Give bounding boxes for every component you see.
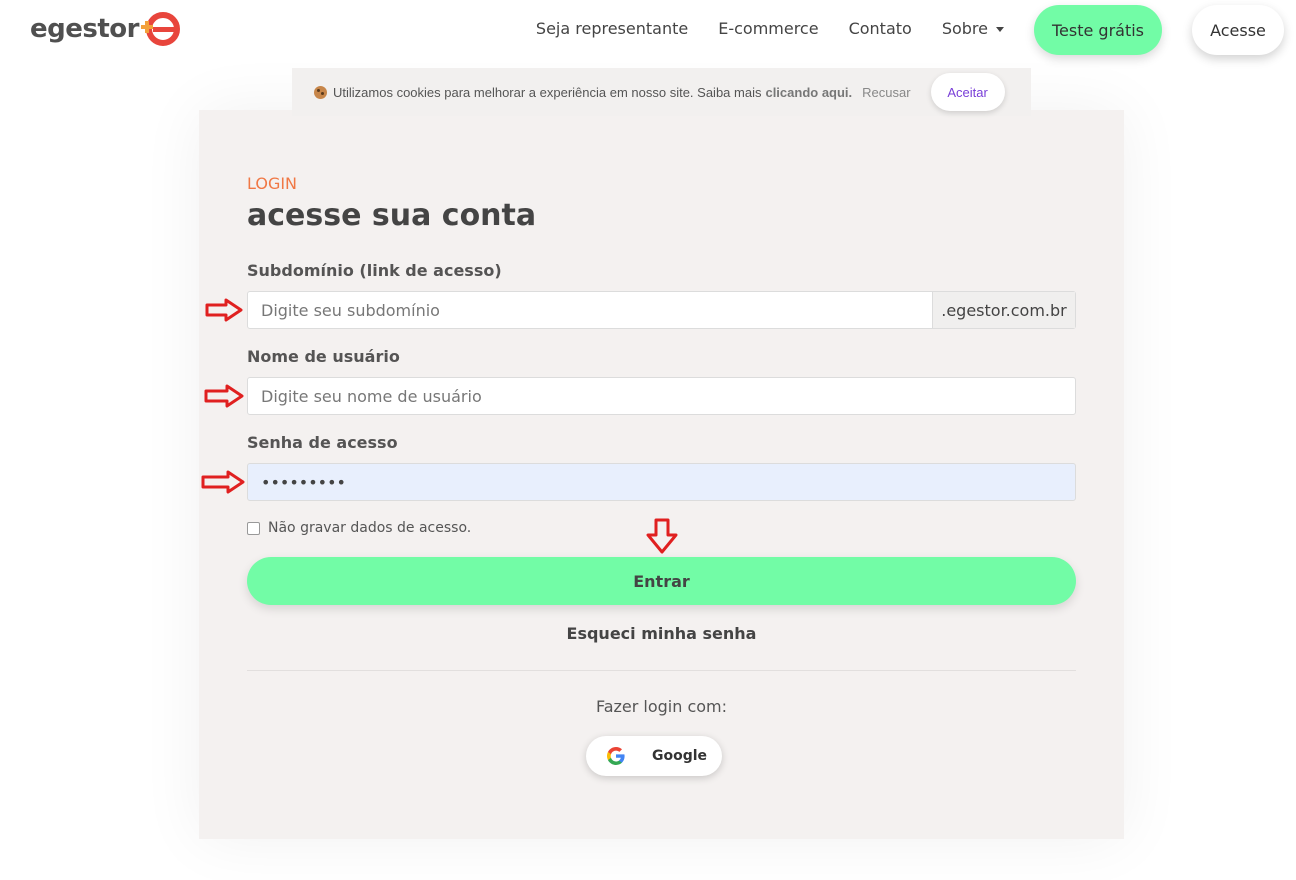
logo-e-mark-icon bbox=[140, 12, 180, 46]
google-login-button[interactable]: Google bbox=[586, 736, 722, 776]
submit-button[interactable]: Entrar bbox=[247, 557, 1076, 605]
main-nav: Seja representante E-commerce Contato So… bbox=[536, 0, 1296, 56]
chevron-down-icon bbox=[996, 26, 1004, 32]
password-input[interactable] bbox=[248, 464, 1075, 500]
arrow-right-icon bbox=[204, 384, 244, 408]
subdomain-input[interactable] bbox=[248, 292, 932, 328]
cookie-banner: Utilizamos cookies para melhorar a exper… bbox=[292, 68, 1031, 116]
nav-sobre-label: Sobre bbox=[941, 18, 988, 38]
arrow-right-icon bbox=[205, 298, 243, 322]
cookie-accept-button[interactable]: Aceitar bbox=[930, 73, 1005, 111]
access-button[interactable]: Acesse bbox=[1192, 5, 1284, 55]
remember-row[interactable]: Não gravar dados de acesso. bbox=[247, 520, 471, 536]
arrow-right-icon bbox=[201, 470, 245, 494]
remember-label: Não gravar dados de acesso. bbox=[268, 520, 472, 536]
nav-contato[interactable]: Contato bbox=[849, 19, 912, 38]
cookie-icon bbox=[314, 85, 327, 99]
cookie-text: Utilizamos cookies para melhorar a exper… bbox=[333, 84, 762, 100]
nav-seja-representante[interactable]: Seja representante bbox=[536, 19, 688, 38]
trial-button[interactable]: Teste grátis bbox=[1034, 5, 1162, 55]
username-label: Nome de usuário bbox=[247, 347, 400, 366]
password-field bbox=[247, 463, 1076, 501]
subdomain-suffix: .egestor.com.br bbox=[932, 292, 1075, 328]
logo-wordmark: egestor bbox=[30, 14, 139, 44]
nav-e-commerce[interactable]: E-commerce bbox=[718, 19, 818, 38]
login-card: LOGIN acesse sua conta Subdomínio (link … bbox=[199, 110, 1124, 839]
page-title: acesse sua conta bbox=[247, 198, 537, 233]
forgot-password-link[interactable]: Esqueci minha senha bbox=[247, 624, 1076, 643]
username-input[interactable] bbox=[248, 378, 1075, 414]
egestor-logo[interactable]: egestor bbox=[30, 10, 181, 48]
google-label: Google bbox=[652, 748, 708, 764]
google-icon bbox=[607, 747, 625, 765]
divider bbox=[247, 670, 1076, 671]
cookie-decline-button[interactable]: Recusar bbox=[862, 85, 910, 100]
login-eyebrow: LOGIN bbox=[247, 174, 298, 193]
cookie-more-link[interactable]: clicando aqui. bbox=[765, 85, 852, 100]
username-field bbox=[247, 377, 1076, 415]
arrow-down-icon bbox=[646, 518, 678, 554]
subdomain-field: .egestor.com.br bbox=[247, 291, 1076, 329]
subdomain-label: Subdomínio (link de acesso) bbox=[247, 261, 502, 280]
password-label: Senha de acesso bbox=[247, 433, 398, 452]
nav-sobre-dropdown[interactable]: Sobre bbox=[942, 19, 1004, 38]
remember-checkbox[interactable] bbox=[247, 521, 260, 535]
social-login-label: Fazer login com: bbox=[595, 697, 728, 716]
